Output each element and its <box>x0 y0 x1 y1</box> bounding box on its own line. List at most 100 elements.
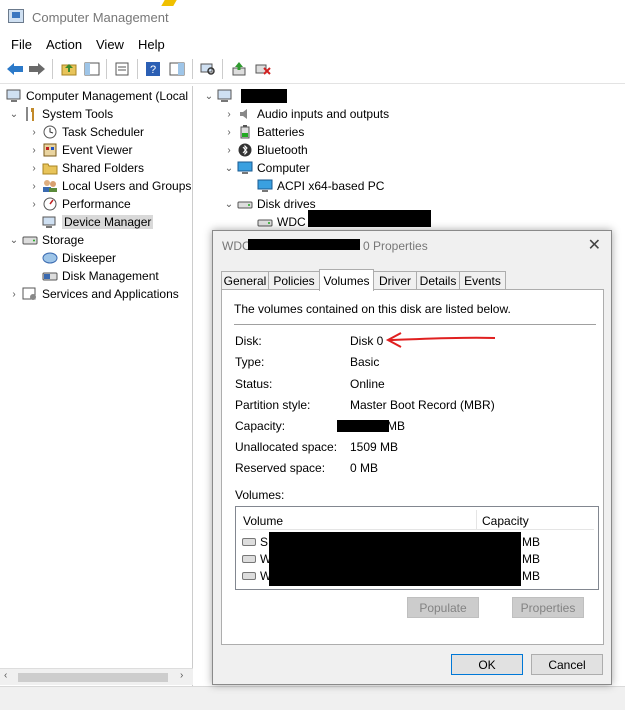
tree-label: WDC <box>277 215 306 229</box>
chevron-right-icon[interactable]: › <box>223 127 235 138</box>
unallocated-label: Unallocated space: <box>235 440 338 454</box>
folder-up-icon[interactable] <box>60 60 78 78</box>
chevron-right-icon[interactable]: › <box>28 127 40 138</box>
column-header-capacity[interactable]: Capacity <box>482 514 529 528</box>
cancel-button[interactable]: Cancel <box>531 654 603 675</box>
window-title: Computer Management <box>32 10 169 25</box>
tab-details[interactable]: Details <box>416 271 460 290</box>
properties-sheet-icon[interactable] <box>113 60 131 78</box>
chevron-right-icon[interactable]: › <box>28 145 40 156</box>
tree-item-task-scheduler[interactable]: › Task Scheduler <box>28 123 144 141</box>
chevron-right-icon[interactable]: › <box>223 145 235 156</box>
chevron-down-icon[interactable]: ⌄ <box>223 199 235 210</box>
tree-label: Performance <box>62 197 131 211</box>
users-icon <box>42 178 58 194</box>
console-tree[interactable]: Computer Management (Local ⌄ System Tool… <box>0 86 193 686</box>
performance-icon <box>42 196 58 212</box>
event-log-icon <box>42 142 58 158</box>
chevron-down-icon[interactable]: ⌄ <box>8 109 20 120</box>
menu-view[interactable]: View <box>96 37 124 52</box>
tree-item-device-manager[interactable]: Device Manager <box>40 213 154 231</box>
battery-icon <box>237 124 253 140</box>
menu-help[interactable]: Help <box>138 37 165 52</box>
diskeeper-icon <box>42 250 58 266</box>
tree-item-wdc[interactable]: WDC <box>255 213 306 231</box>
volume-icon <box>242 572 256 580</box>
volumes-list[interactable]: Volume Capacity SF MB W MB W MB <box>235 506 599 590</box>
clock-icon <box>42 124 58 140</box>
reserved-label: Reserved space: <box>235 461 326 475</box>
tree-item-services-applications[interactable]: › Services and Applications <box>8 285 178 303</box>
divider <box>234 324 596 325</box>
ok-button[interactable]: OK <box>451 654 523 675</box>
tab-driver[interactable]: Driver <box>373 271 417 290</box>
disk-label: Disk: <box>235 334 262 348</box>
chevron-right-icon[interactable]: › <box>28 199 40 210</box>
tree-label: Batteries <box>257 125 305 139</box>
redacted-dialog-title <box>248 239 360 250</box>
menu-file[interactable]: File <box>11 37 32 52</box>
tree-item-system-tools[interactable]: ⌄ System Tools <box>8 105 113 123</box>
capacity-unit: MB <box>387 419 405 433</box>
chevron-right-icon[interactable]: › <box>28 181 40 192</box>
tree-item-diskeeper[interactable]: Diskeeper <box>40 249 116 267</box>
uninstall-device-icon[interactable] <box>254 60 272 78</box>
tree-label: Storage <box>42 233 85 247</box>
computer-management-icon <box>8 9 24 23</box>
tree-label: Bluetooth <box>257 143 308 157</box>
tab-general[interactable]: General <box>221 271 269 290</box>
update-driver-icon[interactable] <box>230 60 248 78</box>
menu-action[interactable]: Action <box>46 37 82 52</box>
tree-item-storage[interactable]: ⌄ Storage <box>8 231 84 249</box>
tree-item-disk-drives[interactable]: ⌄ Disk drives <box>223 195 316 213</box>
chevron-down-icon[interactable]: ⌄ <box>203 91 215 102</box>
tree-item-performance[interactable]: › Performance <box>28 195 131 213</box>
tree-item-disk-management[interactable]: Disk Management <box>40 267 159 285</box>
tree-label: Computer Management (Local <box>26 89 189 103</box>
tab-events[interactable]: Events <box>459 271 506 290</box>
svg-text:?: ? <box>150 64 156 76</box>
chevron-right-icon[interactable]: › <box>8 289 20 300</box>
tree-item-audio[interactable]: › Audio inputs and outputs <box>223 105 389 123</box>
monitor-icon <box>257 178 273 194</box>
horizontal-scrollbar[interactable]: ‹ › <box>0 668 193 685</box>
chevron-right-icon[interactable]: › <box>223 109 235 120</box>
scrollbar-thumb[interactable] <box>18 673 168 682</box>
console-tree-icon[interactable] <box>83 60 101 78</box>
scroll-left-icon[interactable]: ‹ <box>4 670 7 681</box>
tab-volumes[interactable]: Volumes <box>319 269 374 291</box>
column-header-volume[interactable]: Volume <box>243 514 283 528</box>
action-pane-icon[interactable] <box>168 60 186 78</box>
monitor-icon <box>237 160 253 176</box>
tree-item-bluetooth[interactable]: › Bluetooth <box>223 141 308 159</box>
tree-item-batteries[interactable]: › Batteries <box>223 123 304 141</box>
tree-item-acpi[interactable]: ACPI x64-based PC <box>255 177 384 195</box>
tree-item-local-users[interactable]: › Local Users and Groups <box>28 177 191 195</box>
type-value: Basic <box>350 355 380 369</box>
tree-label: Device Manager <box>62 215 154 229</box>
properties-button[interactable]: Properties <box>512 597 584 618</box>
chevron-right-icon[interactable]: › <box>28 163 40 174</box>
tree-label: Disk drives <box>257 197 316 211</box>
capacity-label: Capacity: <box>235 419 286 433</box>
tree-item-shared-folders[interactable]: › Shared Folders <box>28 159 144 177</box>
status-value: Online <box>350 377 385 391</box>
tree-item-computer-root[interactable]: ⌄ <box>203 87 237 105</box>
forward-arrow-icon[interactable] <box>28 60 46 78</box>
tab-policies[interactable]: Policies <box>268 271 320 290</box>
scan-hardware-icon[interactable] <box>199 60 217 78</box>
disk-management-icon <box>42 268 58 284</box>
partition-style-label: Partition style: <box>235 398 311 412</box>
populate-button[interactable]: Populate <box>407 597 479 618</box>
tools-icon <box>22 106 38 122</box>
help-icon[interactable]: ? <box>144 60 162 78</box>
tree-label: Disk Management <box>62 269 159 283</box>
chevron-down-icon[interactable]: ⌄ <box>223 163 235 174</box>
tree-item-root[interactable]: Computer Management (Local <box>4 87 188 105</box>
scroll-right-icon[interactable]: › <box>180 670 183 681</box>
back-arrow-icon[interactable] <box>6 60 24 78</box>
tree-item-computer[interactable]: ⌄ Computer <box>223 159 310 177</box>
tree-item-event-viewer[interactable]: › Event Viewer <box>28 141 132 159</box>
close-icon[interactable]: ✕ <box>588 235 601 255</box>
chevron-down-icon[interactable]: ⌄ <box>8 235 20 246</box>
